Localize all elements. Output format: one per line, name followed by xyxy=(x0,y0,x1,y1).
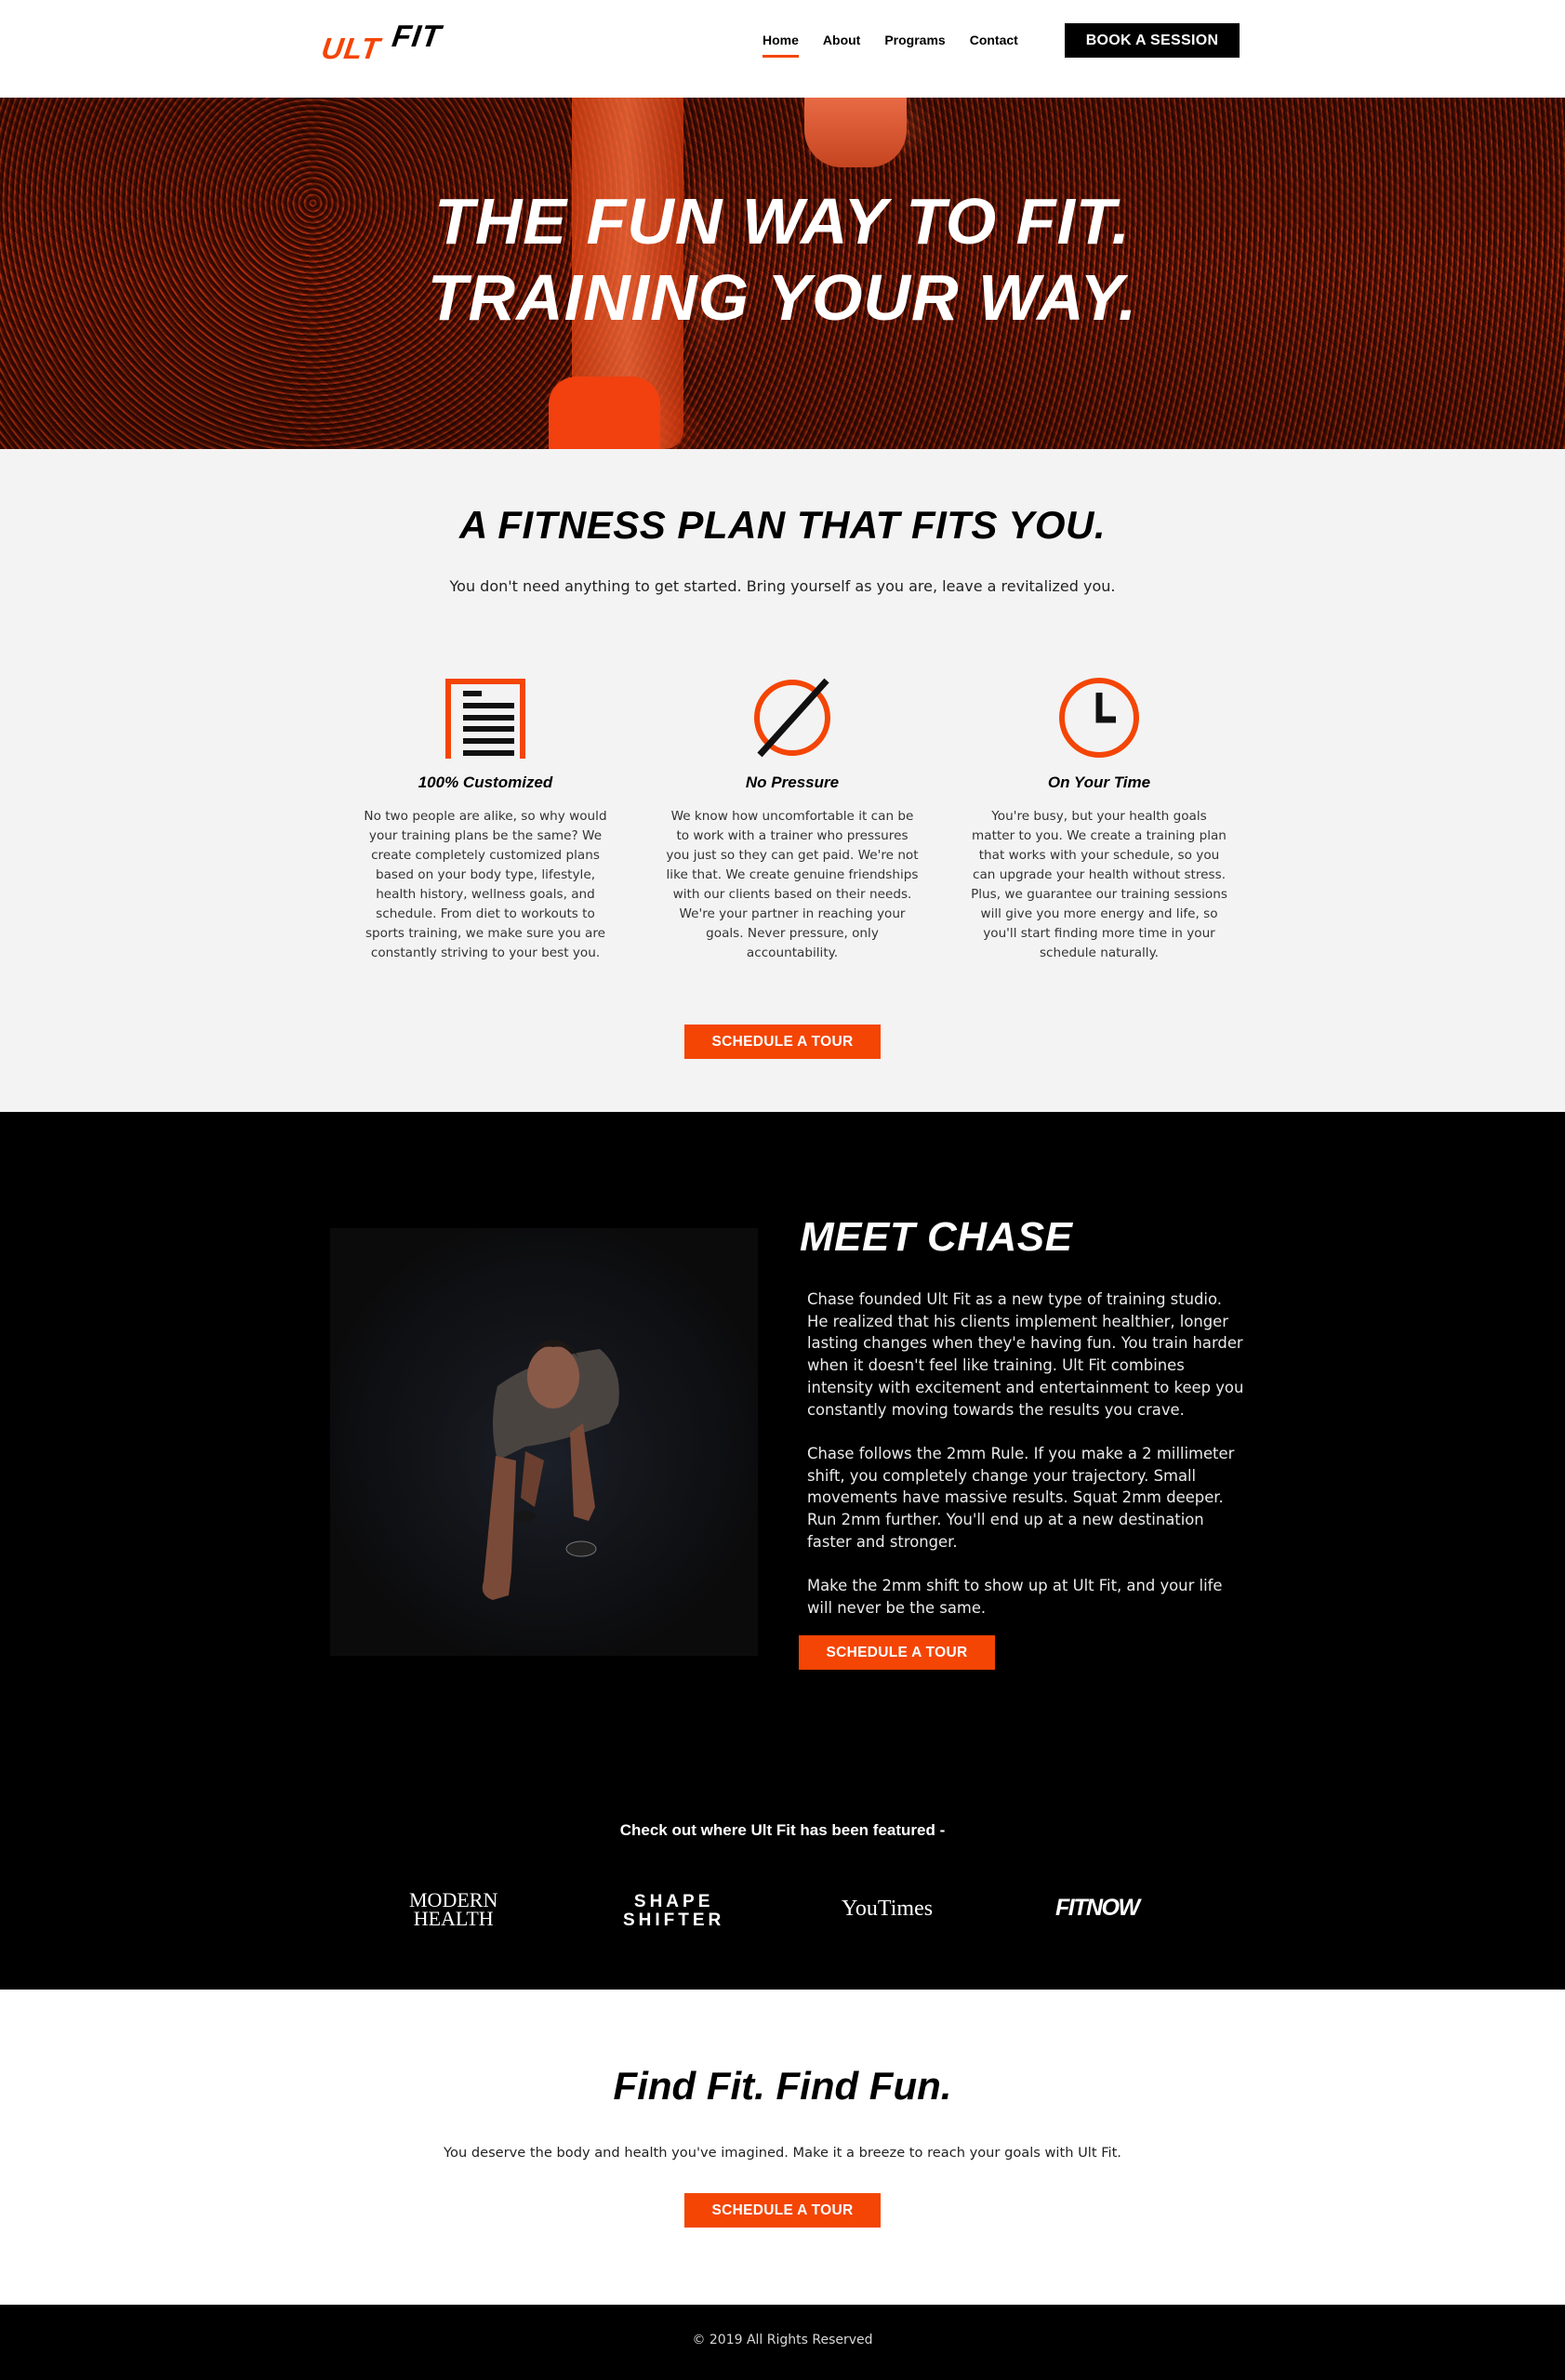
bio-paragraph: Chase founded Ult Fit as a new type of t… xyxy=(807,1290,1244,1419)
nav-home[interactable]: Home xyxy=(763,30,799,58)
plan-title: A FITNESS PLAN THAT FITS YOU. xyxy=(458,503,1107,547)
schedule-tour-button[interactable]: SCHEDULE A TOUR xyxy=(684,1025,881,1059)
clock-icon xyxy=(960,677,1239,760)
schedule-tour-button[interactable]: SCHEDULE A TOUR xyxy=(684,2193,881,2228)
feature-text: No two people are alike, so why would yo… xyxy=(364,809,607,960)
hero-image-shoe xyxy=(549,377,660,449)
nav-about[interactable]: About xyxy=(823,30,860,58)
feature-title: No Pressure xyxy=(745,774,840,791)
fitness-plan-section: A FITNESS PLAN THAT FITS YOU. You don't … xyxy=(0,449,1565,1112)
modern-health-logo: MODERN HEALTH xyxy=(409,1890,497,1930)
logo[interactable]: ULT FIT xyxy=(320,19,452,65)
logo-line: HEALTH xyxy=(413,1907,494,1930)
feature-no-pressure: No Pressure We know how uncomfortable it… xyxy=(653,672,932,963)
hero-line-1: THE FUN WAY TO FIT. xyxy=(434,185,1131,258)
featured-logos: MODERN HEALTH SHAPE SHIFTER YouTimes FIT… xyxy=(391,1890,1181,1947)
feature-on-your-time: On Your Time You're busy, but your healt… xyxy=(960,672,1239,963)
youtimes-logo: YouTimes xyxy=(842,1897,934,1921)
hero-section: THE FUN WAY TO FIT. TRAINING YOUR WAY. xyxy=(0,98,1565,449)
featured-heading: Check out where Ult Fit has been feature… xyxy=(619,1821,946,1839)
site-footer: © 2019 All Rights Reserved xyxy=(0,2305,1565,2380)
cta-section: Find Fit. Find Fun. You deserve the body… xyxy=(0,1990,1565,2305)
logo-line: SHAPE xyxy=(633,1892,714,1911)
chase-bio: Chase founded Ult Fit as a new type of t… xyxy=(807,1289,1244,1641)
feature-text: You're busy, but your health goals matte… xyxy=(971,809,1227,960)
feature-text: We know how uncomfortable it can be to w… xyxy=(666,809,919,960)
cta-text: You deserve the body and health you've i… xyxy=(444,2145,1121,2161)
shape-shifter-logo: SHAPE SHIFTER xyxy=(623,1893,724,1930)
meet-chase-section: MEET CHASE Chase founded Ult Fit as a ne… xyxy=(0,1112,1565,1990)
chase-figure xyxy=(330,1228,758,1656)
no-symbol-icon xyxy=(653,677,932,760)
fitnow-logo: FITNOW xyxy=(1055,1895,1140,1921)
copyright-text: © 2019 All Rights Reserved xyxy=(692,2333,873,2347)
plan-subtitle: You don't need anything to get started. … xyxy=(449,577,1116,595)
logo-ult: ULT xyxy=(319,32,383,65)
logo-line: SHIFTER xyxy=(623,1911,725,1930)
feature-customized: 100% Customized No two people are alike,… xyxy=(346,672,625,963)
book-session-button[interactable]: BOOK A SESSION xyxy=(1065,23,1240,58)
features-list: 100% Customized No two people are alike,… xyxy=(346,672,1239,963)
hero-headline: THE FUN WAY TO FIT. TRAINING YOUR WAY. xyxy=(0,183,1565,336)
meet-title: MEET CHASE xyxy=(800,1214,1073,1260)
cta-title: Find Fit. Find Fun. xyxy=(613,2064,952,2108)
chase-photo xyxy=(330,1228,758,1656)
document-list-icon xyxy=(346,677,625,760)
nav-programs[interactable]: Programs xyxy=(884,30,945,58)
nav-contact[interactable]: Contact xyxy=(970,30,1018,58)
logo-fit: FIT xyxy=(390,19,444,53)
main-nav: Home About Programs Contact xyxy=(763,30,1042,58)
site-header: ULT FIT Home About Programs Contact BOOK… xyxy=(0,0,1565,98)
bio-paragraph: Make the 2mm shift to show up at Ult Fit… xyxy=(807,1577,1223,1617)
schedule-tour-button[interactable]: SCHEDULE A TOUR xyxy=(799,1635,995,1670)
feature-title: On Your Time xyxy=(1047,774,1151,791)
hero-image-shoe-back xyxy=(804,98,907,167)
bio-paragraph: Chase follows the 2mm Rule. If you make … xyxy=(807,1444,1235,1551)
feature-title: 100% Customized xyxy=(418,774,553,791)
hero-line-2: TRAINING YOUR WAY. xyxy=(427,261,1138,334)
